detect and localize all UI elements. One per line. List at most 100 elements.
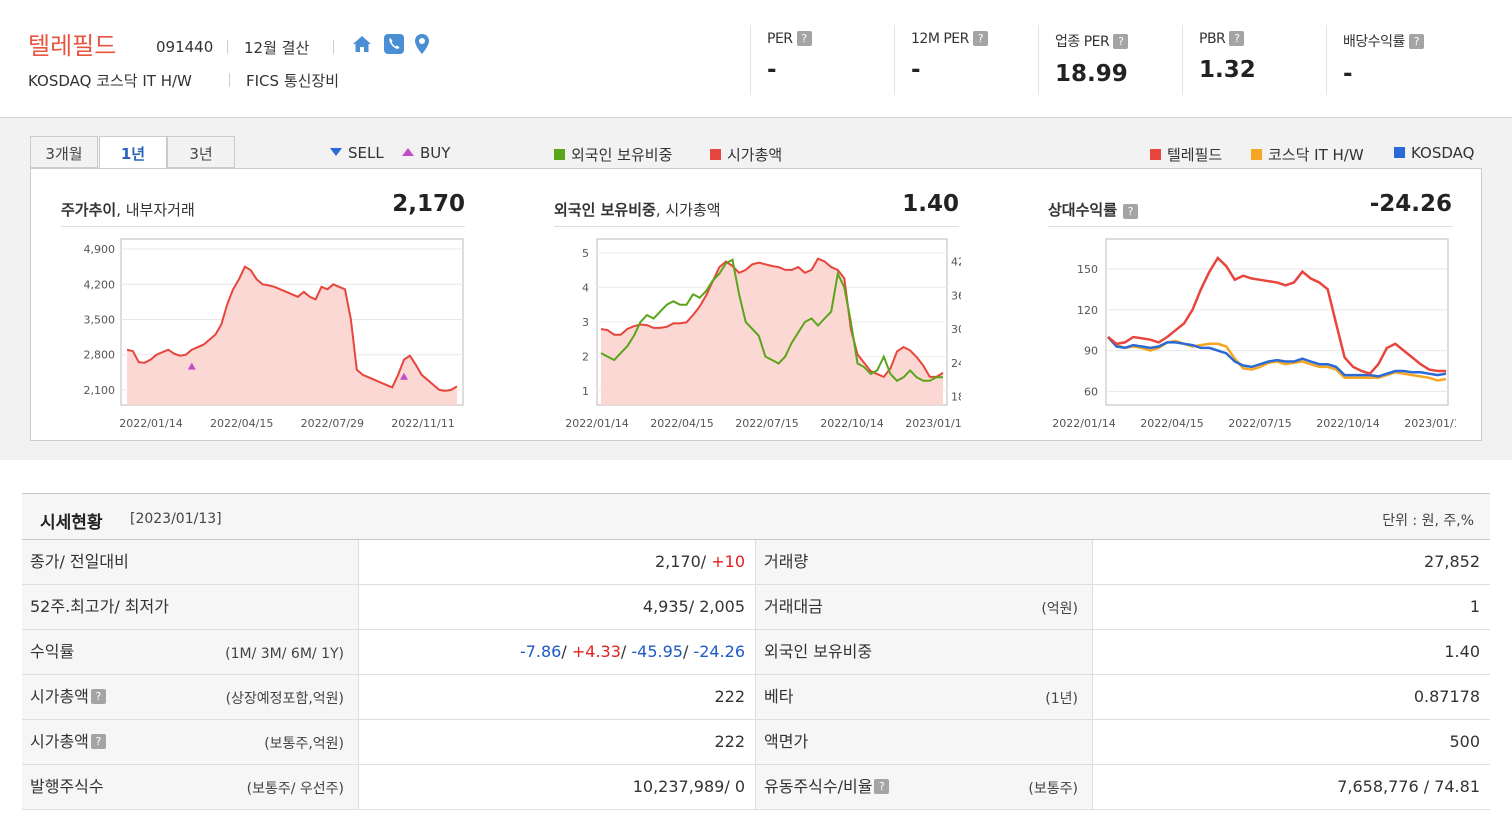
tab-3y[interactable]: 3년 [167,136,235,168]
foreign-chart[interactable]: 1 2 3 4 5 180 240 300 360 420 2022/01/14 2022/04/15… [551,231,961,436]
foreign-chart-title: 외국인 보유비중, 시가총액 [554,201,721,219]
plot-area [1105,238,1449,406]
metric-label: PER [767,31,793,47]
legend-company-label: 텔레필드 [1167,146,1223,164]
price-chart[interactable]: 2,100 2,800 3,500 4,200 4,900 2022/01/14 2022/… [61,231,471,436]
metric-label: 12M PER [911,31,969,47]
row-sublabel: (보통주,억원) [264,736,344,752]
legend-swatch [1251,149,1262,160]
row-value: 4,935/ 2,005 [359,585,756,629]
map-pin-icon[interactable] [411,33,433,55]
divider [1048,226,1453,227]
divider [333,40,334,54]
row-label: 외국인 보유비중 [764,642,873,661]
divider [554,226,959,227]
company-code: 091440 [156,38,214,56]
metric-label: 업종 PER [1055,34,1110,50]
row-label: 시가총액 [30,687,89,706]
market-type: KOSDAQ 코스닥 IT H/W [28,72,192,90]
y2-tick-label: 240 [951,357,961,370]
metric-label: 배당수익률 [1343,34,1405,50]
table-date: [2023/01/13] [130,511,222,527]
relative-return-chart[interactable]: 60 90 120 150 2022/01/14 2022/04/15 2022/07/15… [1046,231,1456,436]
return-3m: +4.33 [571,642,621,661]
divider [229,73,230,87]
chart-panel: 3개월 1년 3년 SELL BUY 외국인 보유비중 시가총액 텔레필드 코스… [0,118,1512,458]
sell-triangle-icon [330,148,342,156]
table-header: 시세현황 [2023/01/13] 단위 : 원, 주,% [22,493,1490,540]
help-icon[interactable]: ? [90,689,106,704]
y-tick-label: 60 [1084,385,1098,398]
metric-sector-per: 업종 PER? 18.99 [1038,25,1182,95]
legend-foreign: 외국인 보유비중 [554,144,672,165]
x-tick-label: 2022/01/14 [565,417,628,430]
help-icon[interactable]: ? [874,779,890,794]
y-tick-label: 3 [582,316,589,329]
table-row: 52주.최고가/ 최저가 4,935/ 2,005 거래대금 (억원) 1 [22,585,1490,630]
row-label: 52주.최고가/ 최저가 [30,597,169,616]
row-label: 발행주식수 [30,777,104,796]
help-icon[interactable]: ? [972,31,988,46]
row-label: 수익률 [30,642,75,661]
y-tick-label: 4,900 [84,243,116,256]
buy-triangle-icon [402,148,414,156]
legend-swatch [554,149,565,160]
tab-1y[interactable]: 1년 [99,136,167,169]
x-tick-label: 2023/01/13 [905,417,961,430]
legend-index-label: KOSDAQ [1411,144,1475,162]
metric-pbr: PBR? 1.32 [1182,25,1326,95]
y-tick-label: 90 [1084,345,1098,358]
row-value: 222 [359,675,756,719]
legend-sell: SELL [330,144,384,162]
row-label: 거래량 [764,552,809,571]
divider [61,226,465,227]
returns-values: -7.86/ +4.33/ -45.95/ -24.26 [359,630,756,674]
table-row: 수익률 (1M/ 3M/ 6M/ 1Y) -7.86/ +4.33/ -45.95… [22,630,1490,675]
home-icon[interactable] [351,33,373,55]
charts-box: 주가추이, 내부자거래 2,170 2,100 2,800 3,500 4,200 4,… [30,168,1482,441]
row-sublabel: (보통주/ 우선주) [246,781,344,797]
return-6m: -45.95 [631,642,683,661]
divider [227,40,228,54]
legend-sector: 코스닥 IT H/W [1251,144,1364,165]
metric-value: - [1343,61,1353,87]
row-label: 종가/ 전일대비 [30,552,129,571]
return-1m: -7.86 [519,642,562,661]
metric-value: 1.32 [1199,57,1256,83]
row-value: 27,852 [1424,552,1480,571]
table-row: 시가총액? (보통주,억원) 222 액면가 500 [22,720,1490,765]
x-tick-label: 2022/04/15 [210,417,273,430]
help-icon[interactable]: ? [1113,34,1129,49]
y2-tick-label: 360 [951,289,961,302]
row-label: 액면가 [764,732,809,751]
metric-dividend-yield: 배당수익률? - [1326,25,1486,95]
x-tick-label: 2023/01/13 [1404,417,1456,430]
row-label: 거래대금 [764,597,823,616]
foreign-chart-value: 1.40 [902,191,959,217]
help-icon[interactable]: ? [796,31,812,46]
row-value: 2,170/ [654,552,707,571]
y2-tick-label: 420 [951,256,961,269]
row-value: 500 [1449,732,1480,751]
x-tick-label: 2022/07/15 [1228,417,1291,430]
table-row: 발행주식수 (보통주/ 우선주) 10,237,989/ 0 유동주식수/비율? (… [22,765,1490,810]
legend-company: 텔레필드 [1150,144,1222,165]
row-sublabel: (1M/ 3M/ 6M/ 1Y) [225,646,344,662]
help-icon[interactable]: ? [90,734,106,749]
phone-icon[interactable] [383,33,405,55]
metric-value: - [911,57,921,83]
legend-index: KOSDAQ [1394,144,1474,162]
legend-sector-label: 코스닥 IT H/W [1268,146,1364,164]
legend-mktcap-label: 시가총액 [727,146,783,164]
table-row: 종가/ 전일대비 2,170/ +10 거래량 27,852 [22,540,1490,585]
help-icon[interactable]: ? [1229,31,1245,46]
x-tick-label: 2022/07/15 [735,417,798,430]
tab-3m[interactable]: 3개월 [30,136,98,168]
help-icon[interactable]: ? [1408,34,1424,49]
x-tick-label: 2022/01/14 [119,417,182,430]
x-tick-label: 2022/10/14 [1316,417,1379,430]
y-tick-label: 4 [582,281,589,294]
price-chart-value: 2,170 [392,191,465,217]
row-value: 10,237,989/ 0 [359,765,756,809]
help-icon[interactable]: ? [1123,204,1139,219]
